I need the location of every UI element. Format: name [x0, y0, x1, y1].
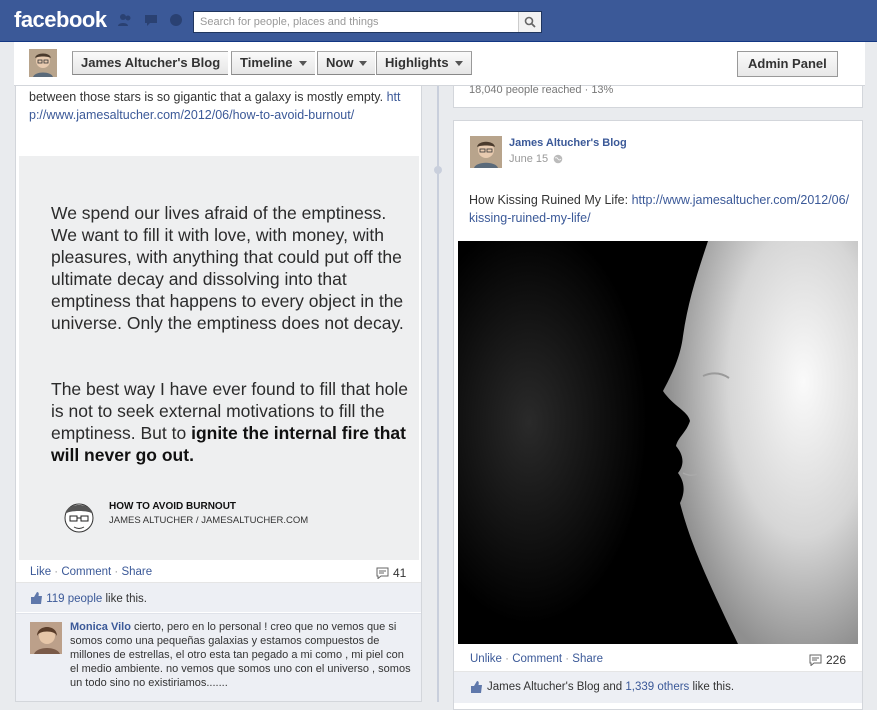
search-box [193, 11, 542, 33]
right-likes-text: James Altucher's Blog and 1,339 others l… [470, 681, 734, 693]
left-comment-count-value: 41 [393, 566, 407, 580]
right-likes-row: James Altucher's Blog and 1,339 others l… [454, 671, 862, 703]
notifications-icon[interactable] [168, 12, 184, 28]
quote-paragraph-1: We spend our lives afraid of the emptine… [51, 203, 404, 333]
timeline-dot [434, 166, 442, 174]
right-likes-others-link[interactable]: 1,339 others [625, 681, 689, 693]
comment-button[interactable]: Comment [512, 653, 562, 665]
share-button[interactable]: Share [121, 566, 152, 578]
globe-icon [553, 154, 563, 164]
author-sketch-portrait [53, 496, 105, 540]
comment-bubble-icon [376, 567, 389, 579]
right-post-actions: Unlike · Comment · Share [470, 653, 603, 665]
right-comment-count[interactable]: 226 [809, 653, 846, 667]
tab-highlights-label: Highlights [385, 55, 449, 70]
previous-post-footer: 18,040 people reached · 13% [453, 84, 863, 108]
post-author-avatar[interactable] [470, 136, 502, 168]
comment-text: Monica Vilo cierto, pero en lo personal … [70, 620, 415, 690]
chevron-down-icon [359, 61, 368, 67]
comment-item: Monica Vilo cierto, pero en lo personal … [16, 613, 421, 701]
messages-icon[interactable] [143, 12, 159, 28]
left-likes-link[interactable]: 119 people [46, 593, 102, 605]
left-likes-suffix: like this. [102, 593, 148, 605]
tab-now-label: Now [326, 55, 354, 70]
right-likes-page: James Altucher's Blog [487, 681, 600, 693]
left-likes-row: 119 people like this. [16, 582, 421, 612]
tab-timeline[interactable]: Timeline [231, 51, 315, 75]
search-icon [524, 16, 536, 28]
page-nav-bar: James Altucher's Blog Timeline Now Highl… [14, 42, 865, 86]
chevron-down-icon [298, 61, 307, 67]
comment-button[interactable]: Comment [61, 566, 111, 578]
right-post-text: How Kissing Ruined My Life: http://www.j… [469, 191, 854, 227]
left-post-actions: Like · Comment · Share [30, 566, 153, 578]
timeline-spine [437, 86, 439, 702]
admin-panel-button[interactable]: Admin Panel [737, 51, 838, 77]
commenter-avatar[interactable] [30, 622, 62, 654]
page-name-button[interactable]: James Altucher's Blog [72, 51, 229, 75]
facebook-logo[interactable]: facebook [14, 7, 107, 33]
search-button[interactable] [518, 12, 541, 32]
post-date-link[interactable]: June 15 [509, 153, 548, 165]
top-bar: facebook [0, 0, 877, 42]
quote-image[interactable]: We spend our lives afraid of the emptine… [19, 156, 419, 560]
left-likes-text: 119 people like this. [30, 592, 147, 605]
tab-now[interactable]: Now [317, 51, 376, 75]
tab-timeline-label: Timeline [240, 55, 293, 70]
post-reach-stat[interactable]: 18,040 people reached · 13% [469, 84, 613, 96]
like-button[interactable]: Like [30, 566, 51, 578]
left-post-card: between those stars is so gigantic that … [15, 86, 422, 702]
unlike-button[interactable]: Unlike [470, 653, 502, 665]
post-photo[interactable] [458, 241, 858, 644]
thumbs-up-icon [471, 681, 482, 693]
right-post-body: How Kissing Ruined My Life: [469, 193, 632, 207]
share-button[interactable]: Share [572, 653, 603, 665]
thumbs-up-icon [31, 592, 42, 604]
right-likes-and: and [599, 681, 626, 693]
tab-highlights[interactable]: Highlights [376, 51, 472, 75]
search-input[interactable] [194, 12, 518, 32]
left-comment-count[interactable]: 41 [376, 566, 406, 580]
chevron-down-icon [454, 61, 463, 67]
right-likes-suffix: like this. [689, 681, 735, 693]
right-post-card: James Altucher's Blog June 15 How Kissin… [453, 120, 863, 710]
quote-signature-subtitle: JAMES ALTUCHER / JAMESALTUCHER.COM [109, 515, 309, 526]
page-name-label: James Altucher's Blog [81, 55, 221, 70]
friend-requests-icon[interactable] [117, 12, 133, 28]
left-post-text: between those stars is so gigantic that … [29, 88, 409, 124]
post-author-link[interactable]: James Altucher's Blog [509, 137, 627, 149]
commenter-name-link[interactable]: Monica Vilo [70, 621, 131, 633]
quote-signature-title: HOW TO AVOID BURNOUT [109, 501, 237, 512]
left-post-body: between those stars is so gigantic that … [29, 90, 387, 104]
post-timestamp: June 15 [509, 153, 563, 165]
comment-bubble-icon [809, 654, 822, 666]
quote-paragraph-2: The best way I have ever found to fill t… [51, 378, 411, 466]
page-avatar[interactable] [29, 49, 57, 77]
right-comment-count-value: 226 [826, 653, 847, 667]
